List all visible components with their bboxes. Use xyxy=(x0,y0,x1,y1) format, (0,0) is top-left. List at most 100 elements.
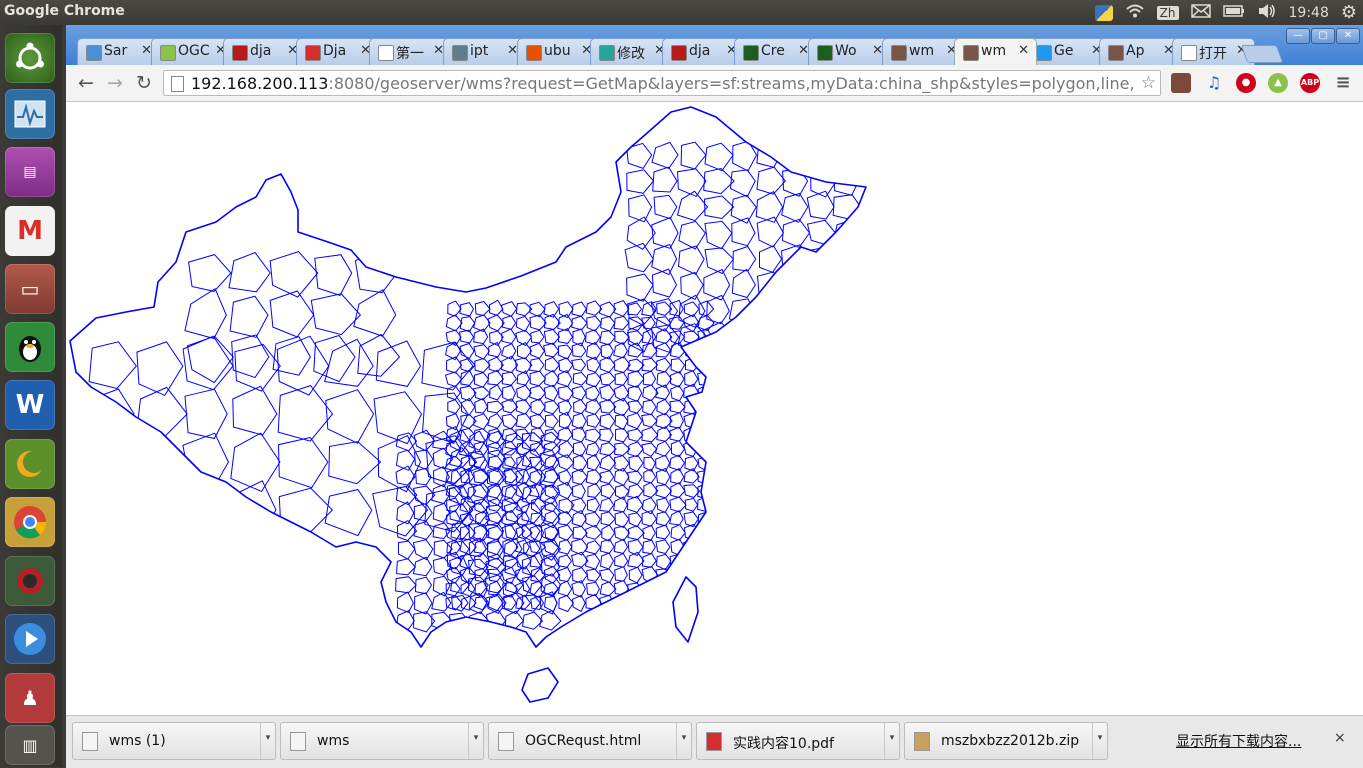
tab-10[interactable]: Cre ✕ xyxy=(734,38,817,65)
admin-boundary xyxy=(557,327,573,344)
admin-boundary xyxy=(656,398,672,416)
admin-boundary xyxy=(678,220,707,250)
download-item[interactable]: 实践内容10.pdf ▾ xyxy=(696,722,900,760)
gmail-icon[interactable]: M xyxy=(5,206,55,256)
forward-button[interactable]: → xyxy=(103,71,127,95)
wps-writer-icon[interactable]: W xyxy=(5,380,55,430)
admin-boundary xyxy=(324,338,374,387)
tab-1[interactable]: Sar ✕ xyxy=(77,38,160,65)
close-download-shelf-button[interactable]: × xyxy=(1334,730,1346,746)
mail-icon[interactable] xyxy=(1190,3,1211,22)
admin-boundary xyxy=(467,483,489,505)
admin-boundary xyxy=(759,245,783,273)
tab-12[interactable]: wm ✕ xyxy=(882,38,965,65)
reload-button[interactable]: ↻ xyxy=(132,71,156,95)
favicon-icon xyxy=(963,45,979,61)
admin-boundary xyxy=(229,295,269,338)
admin-boundary xyxy=(655,454,671,473)
url-host: 192.168.200.113 xyxy=(191,74,329,93)
qq-icon[interactable] xyxy=(5,322,55,372)
tab-5[interactable]: 第一 ✕ xyxy=(369,38,452,65)
dash-home-icon[interactable] xyxy=(5,33,55,83)
tab-9[interactable]: dja ✕ xyxy=(662,38,745,65)
admin-boundary xyxy=(586,568,601,582)
media-player-icon[interactable] xyxy=(5,614,55,664)
download-menu-chevron-icon[interactable]: ▾ xyxy=(1092,723,1107,759)
url-text[interactable]: 192.168.200.113:8080/geoserver/wms?reque… xyxy=(191,74,1136,93)
file-manager-icon[interactable]: ▭ xyxy=(5,264,55,314)
admin-boundary xyxy=(655,511,671,527)
tab-11[interactable]: Wo ✕ xyxy=(808,38,891,65)
tab-2[interactable]: OGC ✕ xyxy=(151,38,234,65)
admin-boundary xyxy=(655,593,672,610)
admin-boundary xyxy=(697,344,714,360)
download-item[interactable]: OGCRequst.html ▾ xyxy=(488,722,692,760)
chrome-menu-icon[interactable]: ≡ xyxy=(1333,73,1353,93)
download-menu-chevron-icon[interactable]: ▾ xyxy=(468,723,483,759)
download-menu-chevron-icon[interactable]: ▾ xyxy=(884,723,899,759)
admin-boundary xyxy=(88,341,137,390)
download-menu-chevron-icon[interactable]: ▾ xyxy=(260,723,275,759)
admin-boundary xyxy=(600,511,616,526)
admin-boundary xyxy=(515,302,533,317)
admin-boundary xyxy=(571,580,586,598)
download-item[interactable]: mszbxbzz2012b.zip ▾ xyxy=(904,722,1108,760)
tab-4[interactable]: Dja ✕ xyxy=(296,38,379,65)
app-icon[interactable] xyxy=(5,556,55,606)
tab-7[interactable]: ubu ✕ xyxy=(517,38,600,65)
trash-icon[interactable]: ▥ xyxy=(5,725,55,765)
clock[interactable]: 19:48 xyxy=(1289,5,1329,21)
admin-boundary xyxy=(487,553,505,569)
tab-8[interactable]: 修改 ✕ xyxy=(590,38,673,65)
bookmark-star-icon[interactable]: ☆ xyxy=(1141,73,1156,93)
admin-boundary xyxy=(501,328,517,345)
back-button[interactable]: ← xyxy=(74,71,98,95)
gear-icon[interactable]: ⚙ xyxy=(1341,2,1357,23)
admin-boundary xyxy=(586,315,602,332)
file-icon xyxy=(498,732,514,751)
adblock-plus-icon[interactable]: ABP xyxy=(1300,73,1320,93)
admin-boundary xyxy=(500,343,517,360)
python-icon[interactable] xyxy=(1094,4,1113,21)
admin-boundary xyxy=(599,356,616,373)
admin-boundary xyxy=(413,503,433,522)
eclipse-icon[interactable] xyxy=(5,439,55,489)
file-icon xyxy=(706,732,722,751)
minimize-button[interactable]: — xyxy=(1286,28,1310,44)
admin-boundary xyxy=(807,139,836,167)
battery-icon[interactable] xyxy=(1222,4,1245,21)
admin-boundary xyxy=(184,287,227,340)
admin-boundary xyxy=(230,432,281,493)
admin-boundary xyxy=(655,484,673,499)
tab-close-icon[interactable]: ✕ xyxy=(1018,43,1029,58)
tab-6[interactable]: ipt ✕ xyxy=(443,38,526,65)
keyboard-layout-indicator[interactable]: Zh xyxy=(1156,5,1179,20)
wifi-icon[interactable] xyxy=(1125,3,1145,23)
maximize-button[interactable]: ▢ xyxy=(1311,28,1335,44)
tab-3[interactable]: dja ✕ xyxy=(223,38,306,65)
download-menu-chevron-icon[interactable]: ▾ xyxy=(676,723,691,759)
tab-15[interactable]: Ap ✕ xyxy=(1099,38,1182,65)
close-window-button[interactable]: ✕ xyxy=(1336,28,1360,44)
admin-boundary xyxy=(599,497,615,512)
volume-icon[interactable] xyxy=(1257,3,1277,23)
tab-13[interactable]: wm ✕ xyxy=(954,38,1037,65)
game-icon[interactable]: ♟ xyxy=(5,673,55,723)
music-extension-icon[interactable]: ♫ xyxy=(1204,73,1224,93)
admin-boundary xyxy=(643,456,656,472)
stop-extension-icon[interactable]: ● xyxy=(1236,73,1256,93)
address-bar[interactable]: 192.168.200.113:8080/geoserver/wms?reque… xyxy=(163,70,1161,96)
new-tab-button[interactable] xyxy=(1240,45,1284,63)
file-icon xyxy=(914,732,930,751)
show-all-downloads-link[interactable]: 显示所有下载内容... xyxy=(1176,731,1301,751)
admin-boundary xyxy=(396,610,415,630)
profile-avatar-icon[interactable] xyxy=(1171,73,1191,93)
system-monitor-icon[interactable] xyxy=(5,89,55,139)
admin-boundary xyxy=(683,425,700,445)
download-item[interactable]: wms ▾ xyxy=(280,722,484,760)
download-item[interactable]: wms (1) ▾ xyxy=(72,722,276,760)
android-extension-icon[interactable]: ▲ xyxy=(1268,73,1288,93)
workspace-switcher-icon[interactable]: ▤ xyxy=(5,147,55,197)
chrome-icon[interactable] xyxy=(5,497,55,547)
tab-14[interactable]: Ge ✕ xyxy=(1027,38,1110,65)
